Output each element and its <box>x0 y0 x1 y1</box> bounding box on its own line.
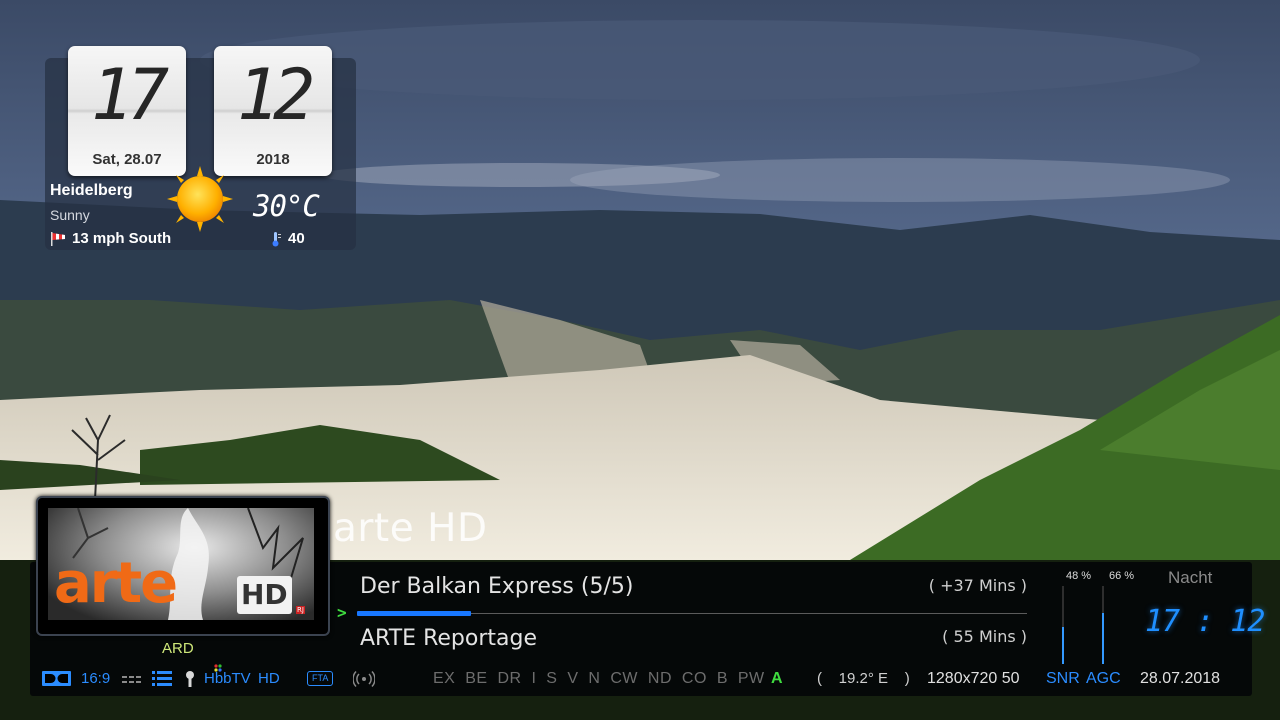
aspect-ratio-label: 16:9 <box>81 670 111 687</box>
logo-arte-text: arte <box>54 551 178 616</box>
sun-icon <box>167 166 233 232</box>
snr-meter-fill <box>1062 627 1064 664</box>
agc-percent: 66 % <box>1109 570 1135 582</box>
humidity-text: 40 <box>288 230 305 247</box>
hd-label: HD <box>258 670 280 687</box>
thermometer-icon <box>272 231 281 246</box>
clock-minute: 12 <box>236 54 315 136</box>
weather-wind: 13 mph South <box>50 230 171 247</box>
weather-temperature: 30°C <box>253 189 320 223</box>
hour-flip-card: 17 Sat, 28.07 <box>68 46 186 176</box>
orbital-position: ( 19.2° E ) <box>817 670 910 687</box>
epg-next-title: ARTE Reportage <box>360 626 537 651</box>
ca-systems-list: EX BE DR I S V N CW ND CO B PW <box>433 670 765 687</box>
progress-arrow-icon: > <box>337 603 347 622</box>
broadcast-signal-icon <box>353 670 375 688</box>
clock-weather-widget: 17 Sat, 28.07 12 2018 Heidelberg Sunny 1… <box>45 46 356 250</box>
video-resolution: 1280x720 50 <box>927 670 1020 687</box>
minute-flip-card: 12 2018 <box>214 46 332 176</box>
provider-name: ARD <box>162 640 194 657</box>
date-label: 28.07.2018 <box>1140 670 1221 687</box>
agc-label: AGC <box>1086 670 1121 687</box>
channel-logo-frame: arte HD RJ <box>36 496 330 636</box>
weather-humidity: 40 <box>270 230 305 247</box>
tuner-label: A <box>771 670 783 687</box>
epg-now-remaining: ( +37 Mins ) <box>928 576 1027 595</box>
channel-name: arte HD <box>333 506 488 551</box>
logo-rating-mark: RJ <box>296 606 305 614</box>
epg-now-title: Der Balkan Express (5/5) <box>360 574 634 599</box>
teletext-icon <box>152 671 172 686</box>
epg-next-duration: ( 55 Mins ) <box>942 627 1027 646</box>
weather-condition: Sunny <box>50 207 90 223</box>
dolby-icon <box>42 671 71 686</box>
hbbtv-label: HbbTV <box>204 670 251 687</box>
snr-meter <box>1062 586 1064 664</box>
weather-city: Heidelberg <box>50 182 133 199</box>
digital-clock: 17 : 12 <box>1145 604 1265 639</box>
fta-badge: FTA <box>307 671 334 686</box>
status-row: 16:9 HbbTV HD FTA EX BE DR I S V N CW ND… <box>0 664 1280 690</box>
wind-sock-icon <box>51 231 65 246</box>
hbbtv-icon <box>186 671 194 687</box>
subtitle-icon <box>122 676 141 683</box>
progress-bar-fill <box>357 611 471 616</box>
clock-hour: 17 <box>90 54 169 136</box>
channel-logo: arte HD RJ <box>48 508 314 620</box>
agc-meter <box>1102 586 1104 664</box>
wind-text: 13 mph South <box>72 230 172 247</box>
snr-label: SNR <box>1046 670 1080 687</box>
snr-percent: 48 % <box>1066 570 1092 582</box>
day-period-label: Nacht <box>1168 568 1213 587</box>
agc-meter-fill <box>1102 613 1104 664</box>
logo-hd-badge: HD <box>237 576 292 614</box>
